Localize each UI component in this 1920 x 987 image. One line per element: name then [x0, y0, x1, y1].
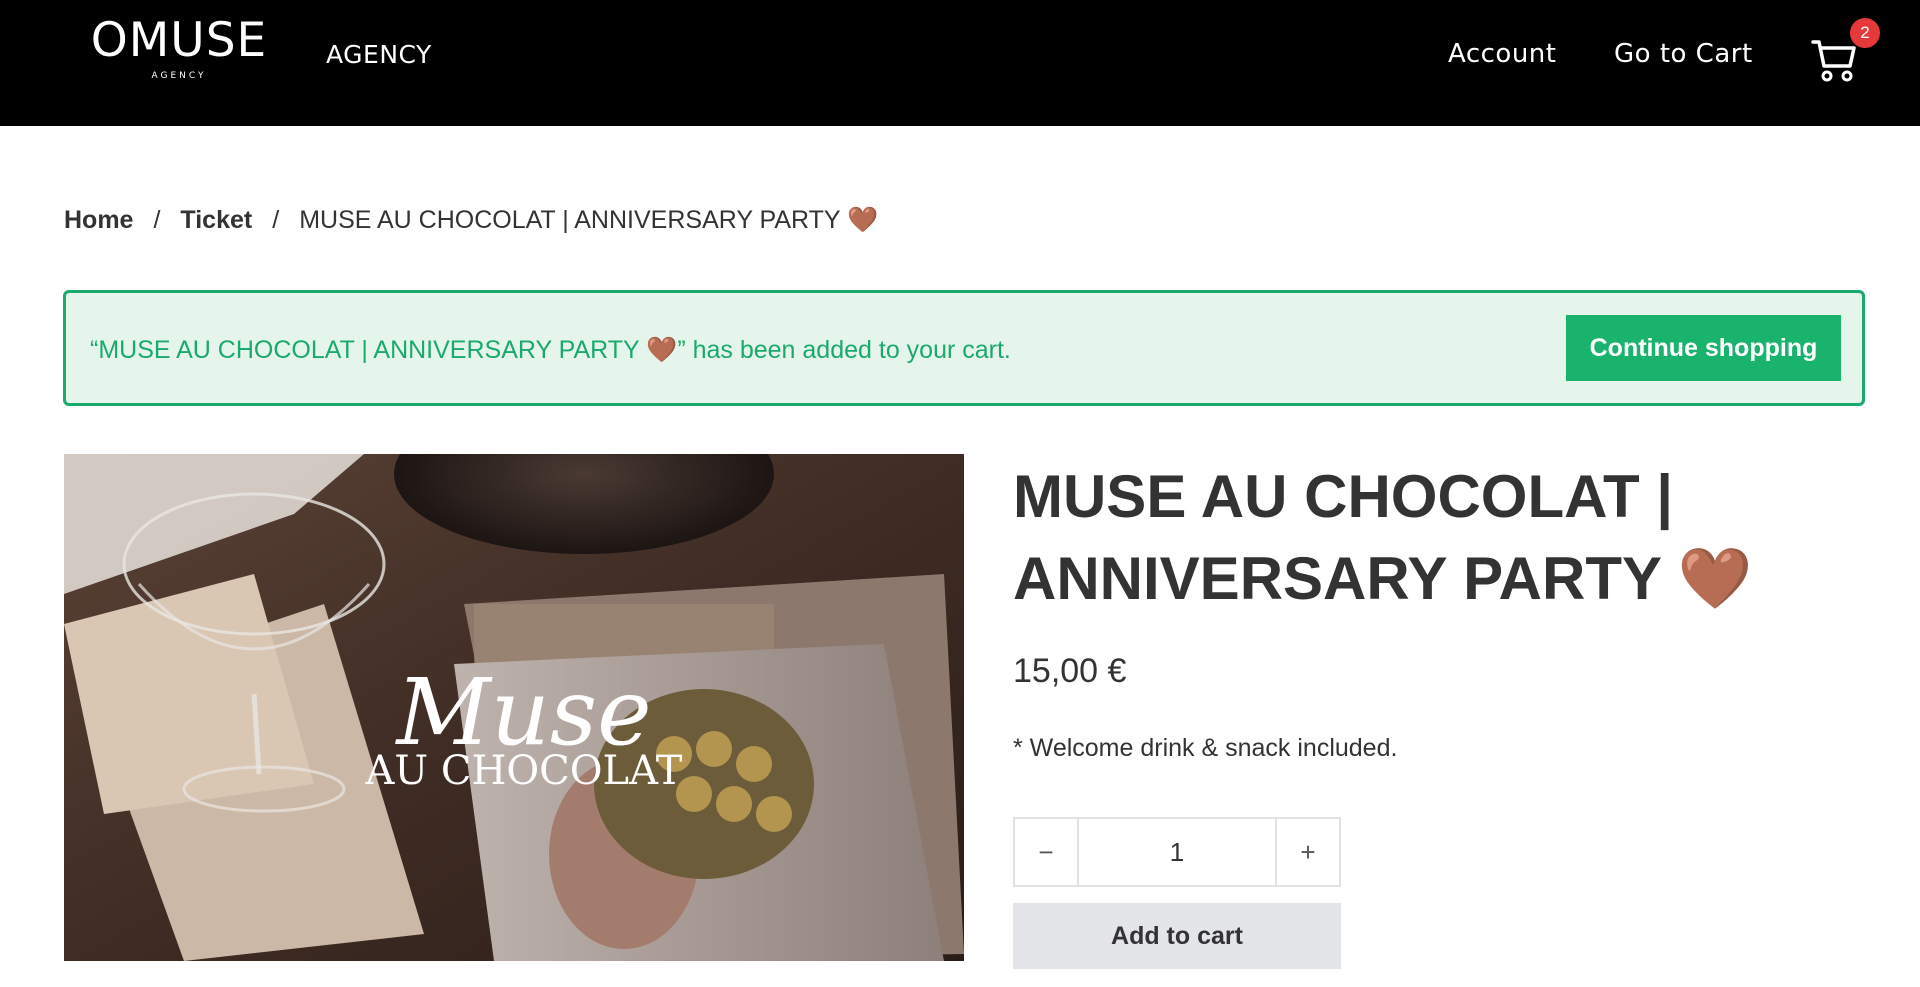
product-short-description: * Welcome drink & snack included.	[1013, 734, 1398, 762]
product-price: 15,00 €	[1013, 652, 1127, 690]
add-to-cart-button[interactable]: Add to cart	[1013, 903, 1341, 969]
notice-message: “MUSE AU CHOCOLAT | ANNIVERSARY PARTY 🤎”…	[90, 336, 1011, 364]
image-caps-text: AU CHOCOLAT	[365, 748, 683, 794]
breadcrumb-separator: /	[272, 206, 280, 234]
shopping-cart-icon[interactable]	[1810, 34, 1858, 84]
breadcrumb-separator: /	[153, 206, 161, 234]
breadcrumb-current: MUSE AU CHOCOLAT | ANNIVERSARY PARTY 🤎	[299, 206, 879, 234]
added-to-cart-notice: “MUSE AU CHOCOLAT | ANNIVERSARY PARTY 🤎”…	[63, 290, 1865, 406]
site-header: OMUSE AGENCY AGENCY Account Go to Cart 2	[0, 0, 1920, 126]
nav-account-link[interactable]: Account	[1448, 39, 1556, 69]
breadcrumb-home[interactable]: Home	[64, 206, 133, 234]
quantity-stepper: − +	[1013, 817, 1341, 887]
product-image[interactable]: Muse AU CHOCOLAT	[64, 454, 964, 961]
quantity-decrease-button[interactable]: −	[1015, 819, 1079, 885]
product-title: MUSE AU CHOCOLAT | ANNIVERSARY PARTY 🤎	[1013, 463, 1753, 612]
site-logo[interactable]: OMUSE AGENCY	[64, 13, 294, 86]
cart-count-badge: 2	[1850, 18, 1880, 48]
nav-agency-link[interactable]: AGENCY	[326, 40, 432, 69]
quantity-input[interactable]	[1079, 819, 1275, 885]
quantity-increase-button[interactable]: +	[1275, 819, 1339, 885]
breadcrumb-ticket[interactable]: Ticket	[180, 206, 252, 234]
nav-go-to-cart-link[interactable]: Go to Cart	[1614, 39, 1753, 69]
breadcrumb: Home / Ticket / MUSE AU CHOCOLAT | ANNIVERSA…	[64, 206, 878, 235]
logo-wordmark: OMUSE	[90, 13, 268, 68]
logo-subtitle: AGENCY	[151, 71, 207, 81]
continue-shopping-button[interactable]: Continue shopping	[1566, 315, 1841, 381]
